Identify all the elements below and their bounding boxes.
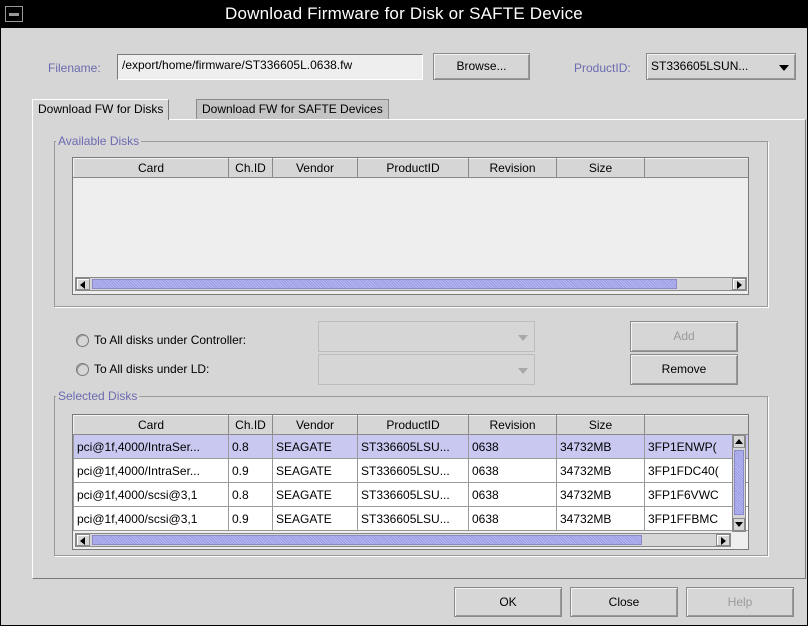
column-header-productid[interactable]: ProductID	[357, 415, 469, 435]
table-row[interactable]: pci@1f,4000/IntraSer... 0.9 SEAGATE ST33…	[73, 458, 748, 483]
column-header-revision[interactable]: Revision	[468, 158, 557, 178]
remove-button[interactable]: Remove	[630, 354, 738, 385]
cell-vendor: SEAGATE	[272, 458, 358, 483]
column-header-size[interactable]: Size	[556, 158, 645, 178]
window-title: Download Firmware for Disk or SAFTE Devi…	[225, 4, 583, 23]
cell-productid: ST336605LSU...	[357, 458, 469, 483]
ok-button[interactable]: OK	[454, 587, 562, 617]
cell-revision: 0638	[468, 434, 557, 459]
controller-select[interactable]	[318, 321, 535, 352]
cell-revision: 0638	[468, 458, 557, 483]
tab-download-fw-disks[interactable]: Download FW for Disks	[32, 99, 170, 120]
selected-disks-legend: Selected Disks	[56, 389, 140, 403]
help-button[interactable]: Help	[686, 587, 794, 617]
title-bar: Download Firmware for Disk or SAFTE Devi…	[1, 1, 807, 28]
cell-size: 34732MB	[556, 434, 645, 459]
cell-chid: 0.9	[228, 458, 273, 483]
cell-card: pci@1f,4000/scsi@3,1	[73, 506, 229, 531]
filename-label: Filename:	[48, 61, 101, 75]
chevron-down-icon	[518, 368, 528, 374]
scroll-up-icon[interactable]	[733, 435, 745, 448]
available-disks-table[interactable]: Card Ch.ID Vendor ProductID Revision Siz…	[72, 157, 749, 295]
cell-size: 34732MB	[556, 506, 645, 531]
controller-radio-label: To All disks under Controller:	[94, 333, 247, 347]
table-header-row: Card Ch.ID Vendor ProductID Revision Siz…	[73, 415, 748, 435]
cell-chid: 0.8	[228, 434, 273, 459]
cell-productid: ST336605LSU...	[357, 482, 469, 507]
ok-button-label: OK	[499, 595, 517, 609]
cell-chid: 0.9	[228, 506, 273, 531]
table-row[interactable]: pci@1f,4000/scsi@3,1 0.8 SEAGATE ST33660…	[73, 482, 748, 507]
cell-card: pci@1f,4000/scsi@3,1	[73, 482, 229, 507]
column-header-sn[interactable]: S	[644, 415, 748, 435]
ld-radio[interactable]	[76, 363, 89, 376]
cell-vendor: SEAGATE	[272, 434, 358, 459]
cell-card: pci@1f,4000/IntraSer...	[73, 434, 229, 459]
help-button-label: Help	[727, 595, 753, 609]
column-header-revision[interactable]: Revision	[468, 415, 557, 435]
available-disks-legend: Available Disks	[56, 134, 142, 148]
scroll-thumb[interactable]	[92, 535, 642, 545]
column-header-card[interactable]: Card	[73, 415, 229, 435]
cell-chid: 0.8	[228, 482, 273, 507]
cell-size: 34732MB	[556, 458, 645, 483]
close-button[interactable]: Close	[570, 587, 678, 617]
column-header-chid[interactable]: Ch.ID	[228, 158, 273, 178]
remove-button-label: Remove	[661, 362, 707, 376]
cell-productid: ST336605LSU...	[357, 506, 469, 531]
scroll-thumb[interactable]	[734, 450, 744, 515]
selected-disks-hscrollbar[interactable]	[75, 533, 731, 547]
scroll-right-icon[interactable]	[716, 534, 730, 546]
ld-select[interactable]	[318, 354, 535, 385]
cell-revision: 0638	[468, 482, 557, 507]
cell-card: pci@1f,4000/IntraSer...	[73, 458, 229, 483]
table-header-row: Card Ch.ID Vendor ProductID Revision Siz…	[73, 158, 748, 178]
column-header-size[interactable]: Size	[556, 415, 645, 435]
column-header-sn[interactable]: SN	[644, 158, 748, 178]
browse-button-label: Browse...	[456, 59, 507, 73]
chevron-down-icon	[518, 335, 528, 341]
cell-vendor: SEAGATE	[272, 506, 358, 531]
add-button-label: Add	[673, 329, 695, 343]
browse-button[interactable]: Browse...	[433, 53, 530, 80]
add-button[interactable]: Add	[630, 321, 738, 352]
table-row[interactable]: pci@1f,4000/IntraSer... 0.8 SEAGATE ST33…	[73, 434, 748, 459]
download-firmware-dialog: Download Firmware for Disk or SAFTE Devi…	[0, 0, 808, 626]
column-header-vendor[interactable]: Vendor	[272, 158, 358, 178]
column-header-vendor[interactable]: Vendor	[272, 415, 358, 435]
scroll-thumb[interactable]	[92, 279, 677, 289]
productid-label: ProductID:	[574, 61, 631, 75]
selected-disks-grid: Card Ch.ID Vendor ProductID Revision Siz…	[73, 415, 748, 531]
tab-label: Download FW for Disks	[38, 102, 164, 116]
scroll-left-icon[interactable]	[76, 278, 90, 290]
selected-disks-table[interactable]: Card Ch.ID Vendor ProductID Revision Siz…	[72, 414, 749, 550]
column-header-card[interactable]: Card	[73, 158, 229, 178]
ld-radio-label: To All disks under LD:	[94, 362, 210, 376]
controller-radio[interactable]	[76, 334, 89, 347]
tab-download-fw-safte[interactable]: Download FW for SAFTE Devices	[196, 99, 389, 119]
cell-vendor: SEAGATE	[272, 482, 358, 507]
cell-productid: ST336605LSU...	[357, 434, 469, 459]
scroll-right-icon[interactable]	[732, 278, 746, 290]
available-disks-hscrollbar[interactable]	[75, 277, 747, 291]
selected-disks-vscrollbar[interactable]	[732, 434, 746, 532]
scroll-left-icon[interactable]	[76, 534, 90, 546]
filename-field[interactable]: /export/home/firmware/ST336605L.0638.fw	[117, 54, 423, 80]
productid-select-value: ST336605LSUN...	[651, 59, 749, 73]
available-disks-grid: Card Ch.ID Vendor ProductID Revision Siz…	[73, 158, 748, 178]
close-button-label: Close	[608, 595, 640, 609]
cell-revision: 0638	[468, 506, 557, 531]
scroll-down-icon[interactable]	[733, 518, 745, 531]
column-header-productid[interactable]: ProductID	[357, 158, 469, 178]
column-header-chid[interactable]: Ch.ID	[228, 415, 273, 435]
tab-label: Download FW for SAFTE Devices	[202, 102, 383, 116]
productid-select[interactable]: ST336605LSUN...	[646, 53, 796, 80]
cell-size: 34732MB	[556, 482, 645, 507]
table-row[interactable]: pci@1f,4000/scsi@3,1 0.9 SEAGATE ST33660…	[73, 506, 748, 531]
chevron-down-icon	[779, 65, 789, 71]
